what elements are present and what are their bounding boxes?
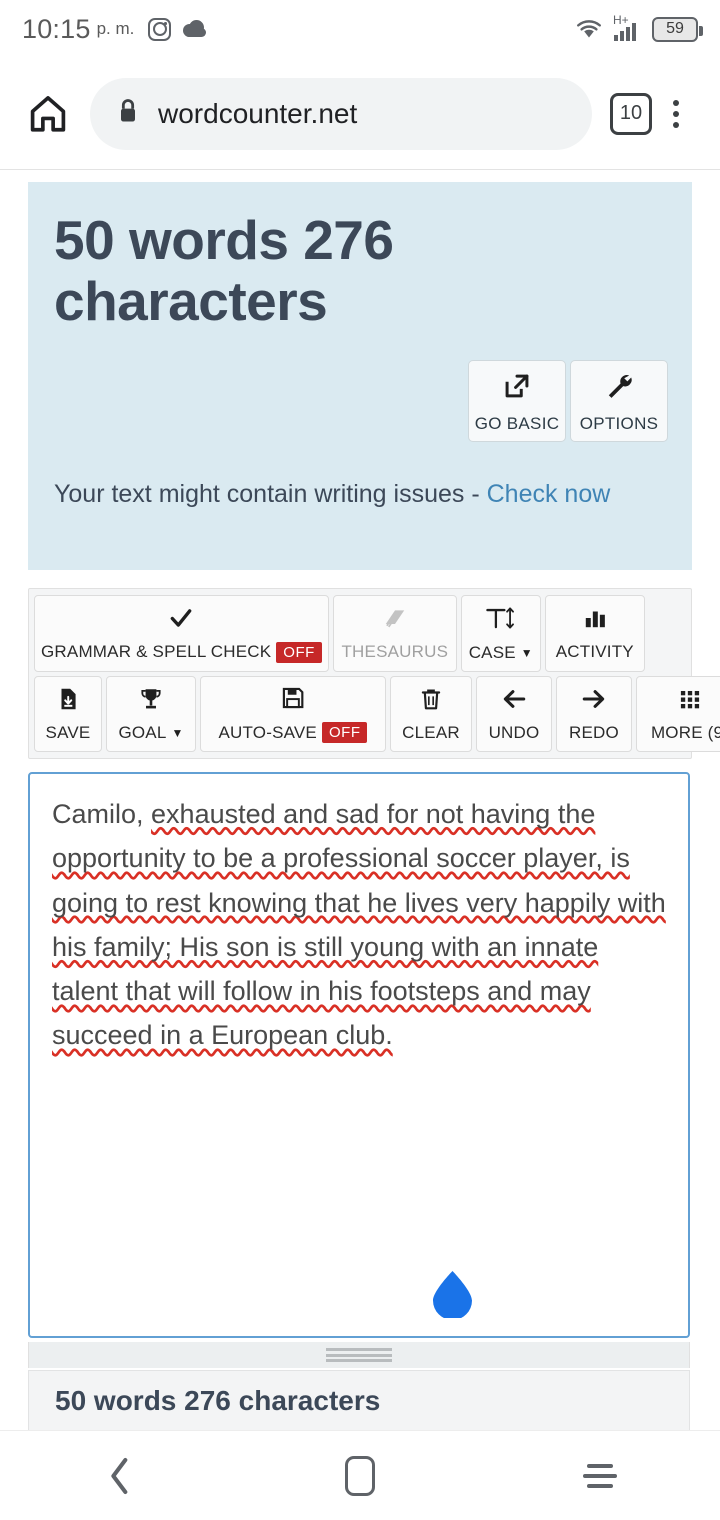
editor-text-plain: Camilo, bbox=[52, 799, 152, 829]
writing-issues-text: Your text might contain writing issues - bbox=[54, 480, 487, 508]
auto-save-label: AUTO-SAVE bbox=[218, 722, 317, 742]
back-icon[interactable] bbox=[60, 1431, 180, 1520]
grammar-spell-check-label: GRAMMAR & SPELL CHECK bbox=[41, 642, 272, 661]
go-basic-button[interactable]: GO BASIC bbox=[468, 360, 566, 442]
text-cursor-handle[interactable] bbox=[430, 1270, 475, 1320]
footer-count-label: 50 words 276 characters bbox=[55, 1385, 381, 1416]
options-label: OPTIONS bbox=[579, 413, 659, 433]
cloud-icon bbox=[182, 20, 208, 38]
grammar-spell-check-button[interactable]: GRAMMAR & SPELL CHECK OFF bbox=[34, 595, 329, 672]
page-content: 50 words 276 characters GO BASIC OPTIONS… bbox=[0, 170, 720, 1432]
arrow-right-icon bbox=[579, 686, 609, 717]
header-actions: GO BASIC OPTIONS bbox=[468, 360, 668, 442]
android-nav-bar bbox=[0, 1430, 720, 1520]
url-text: wordcounter.net bbox=[158, 97, 358, 129]
toolbar-row-1: GRAMMAR & SPELL CHECK OFF THESAURUS CASE… bbox=[34, 595, 686, 672]
clear-label: CLEAR bbox=[402, 722, 460, 742]
undo-button[interactable]: UNDO bbox=[476, 676, 552, 752]
text-case-icon bbox=[484, 604, 518, 637]
wrench-icon bbox=[602, 369, 636, 408]
check-now-link[interactable]: Check now bbox=[487, 480, 611, 508]
case-button[interactable]: CASE ▼ bbox=[460, 595, 541, 672]
kebab-menu-icon[interactable] bbox=[652, 99, 700, 128]
goal-label: GOAL bbox=[118, 722, 167, 742]
activity-label: ACTIVITY bbox=[555, 642, 634, 661]
save-document-icon bbox=[54, 686, 82, 717]
clear-button[interactable]: CLEAR bbox=[390, 676, 472, 752]
more-label: MORE (9) bbox=[650, 722, 720, 742]
thesaurus-button[interactable]: THESAURUS bbox=[332, 595, 457, 672]
chevron-down-icon: ▼ bbox=[520, 646, 533, 660]
redo-label: REDO bbox=[569, 722, 619, 742]
goal-button[interactable]: GOAL ▼ bbox=[106, 676, 196, 752]
status-bar-ampm: p. m. bbox=[96, 19, 135, 38]
status-bar: 10:15 p. m. H+ 59 bbox=[0, 0, 720, 58]
instagram-icon bbox=[148, 17, 172, 41]
battery-level-label: 59 bbox=[666, 20, 684, 37]
toolbar-row-2: SAVE GOAL ▼ AUTO-SAVE OFF CLEAR UNDO RED… bbox=[34, 676, 720, 752]
wifi-icon bbox=[574, 17, 604, 41]
bar-chart-icon bbox=[580, 605, 610, 636]
redo-button[interactable]: REDO bbox=[556, 676, 632, 752]
address-bar[interactable]: wordcounter.net bbox=[90, 77, 592, 150]
book-icon bbox=[380, 605, 410, 636]
tab-count-button[interactable]: 10 bbox=[610, 92, 652, 135]
writing-issues-notice: Your text might contain writing issues -… bbox=[54, 474, 654, 514]
case-label: CASE bbox=[468, 643, 516, 662]
grammar-status-badge: OFF bbox=[276, 641, 322, 663]
text-editor-textarea[interactable]: Camilo, exhausted and sad for not having… bbox=[28, 772, 690, 1338]
undo-label: UNDO bbox=[488, 722, 540, 742]
tab-count-label: 10 bbox=[619, 102, 643, 124]
go-basic-label: GO BASIC bbox=[474, 413, 560, 433]
activity-button[interactable]: ACTIVITY bbox=[544, 595, 645, 672]
home-square-icon[interactable] bbox=[300, 1431, 420, 1520]
thesaurus-label: THESAURUS bbox=[341, 642, 449, 661]
chevron-down-icon: ▼ bbox=[171, 725, 184, 740]
recents-icon[interactable] bbox=[540, 1431, 660, 1520]
save-label: SAVE bbox=[45, 722, 91, 742]
word-count-header-panel: 50 words 276 characters GO BASIC OPTIONS… bbox=[28, 182, 692, 570]
options-button[interactable]: OPTIONS bbox=[570, 360, 668, 442]
external-link-icon bbox=[500, 369, 534, 408]
more-button[interactable]: MORE (9) bbox=[636, 676, 720, 752]
trophy-icon bbox=[137, 686, 165, 717]
grip-lines-icon bbox=[326, 1348, 392, 1362]
arrow-left-icon bbox=[499, 686, 529, 717]
textarea-resize-grip[interactable] bbox=[28, 1342, 690, 1368]
browser-toolbar: wordcounter.net 10 bbox=[0, 58, 720, 170]
page-title: 50 words 276 characters bbox=[54, 209, 394, 332]
save-button[interactable]: SAVE bbox=[34, 676, 102, 752]
editor-toolbar: GRAMMAR & SPELL CHECK OFF THESAURUS CASE… bbox=[28, 588, 720, 759]
editor-text-spellchecked: exhausted and sad for not having the opp… bbox=[52, 799, 666, 1051]
auto-save-button[interactable]: AUTO-SAVE OFF bbox=[200, 676, 386, 752]
cell-signal-icon: H+ bbox=[613, 13, 643, 43]
floppy-disk-icon bbox=[279, 685, 307, 716]
battery-icon: 59 bbox=[652, 16, 703, 42]
trash-icon bbox=[417, 686, 445, 717]
footer-count-panel: 50 words 276 characters bbox=[28, 1370, 690, 1432]
lock-icon bbox=[116, 97, 140, 130]
phone-screen: 10:15 p. m. H+ 59 wordcounter.net 10 50 … bbox=[0, 0, 720, 1520]
auto-save-status-badge: OFF bbox=[321, 722, 368, 743]
check-icon bbox=[166, 605, 196, 636]
home-icon[interactable] bbox=[20, 92, 76, 136]
status-bar-time: 10:15 bbox=[22, 13, 91, 44]
grid-icon bbox=[676, 686, 704, 717]
